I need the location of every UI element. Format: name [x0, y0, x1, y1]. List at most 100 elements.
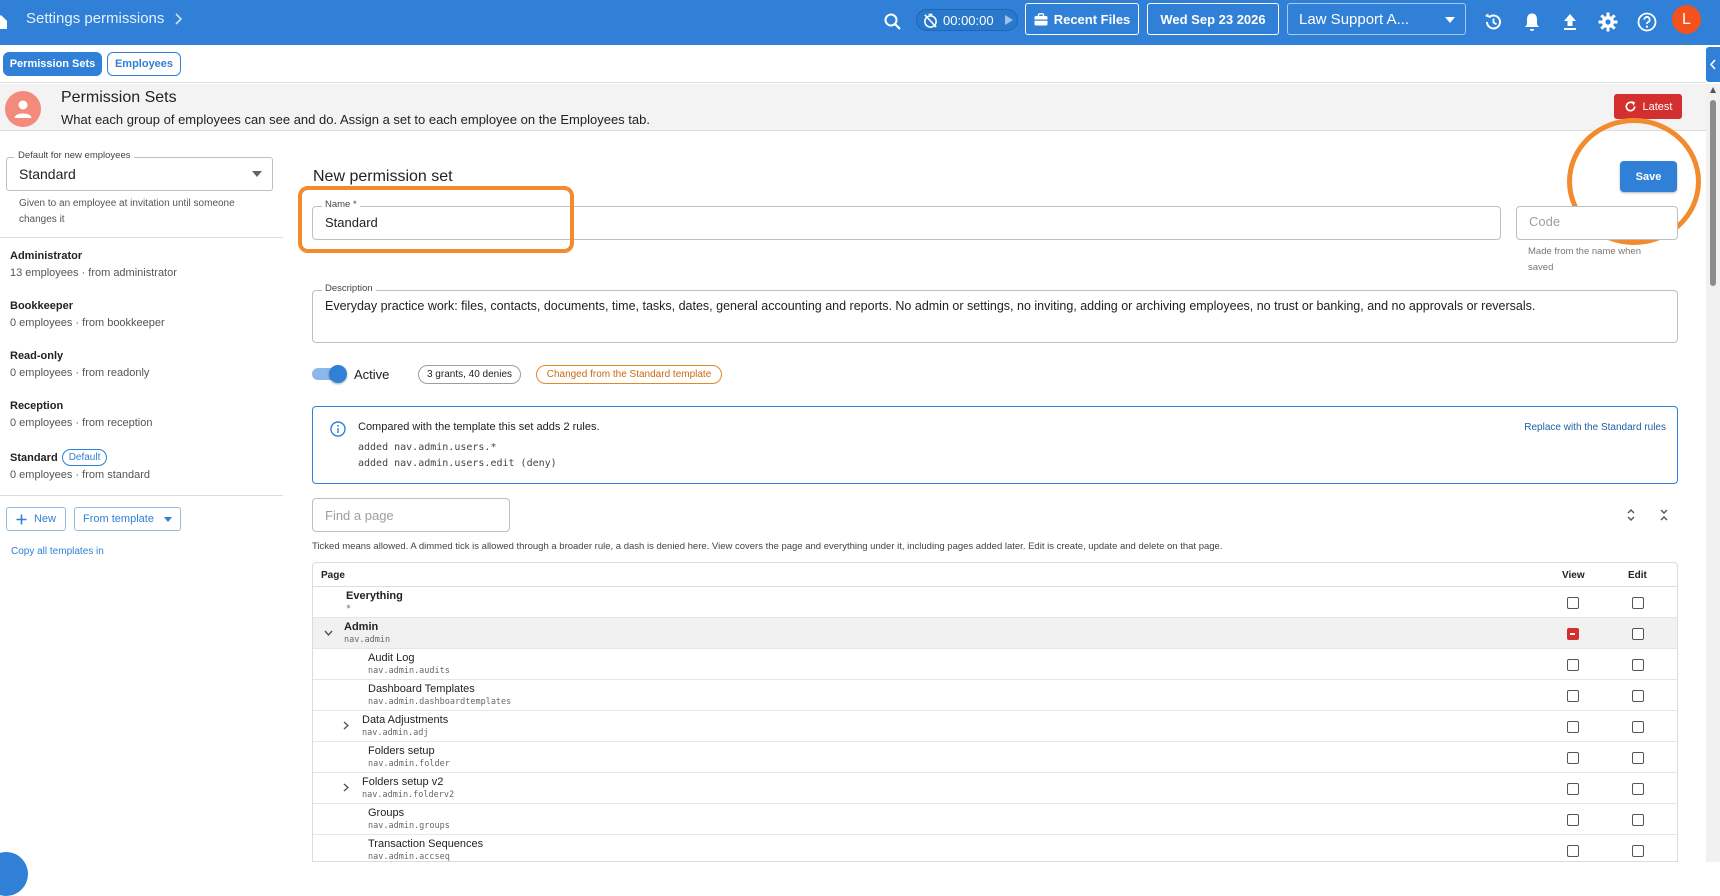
compare-rule-line: added nav.admin.users.*	[358, 442, 497, 453]
info-icon	[330, 421, 346, 437]
code-help: Made from the name when saved	[1528, 246, 1642, 273]
table-row[interactable]: Folders setup v2 nav.admin.folderv2	[313, 773, 1677, 804]
row-page-name: Folders setup v2	[362, 776, 444, 788]
person-icon	[5, 91, 41, 127]
view-checkbox[interactable]	[1567, 659, 1579, 671]
edit-checkbox[interactable]	[1632, 628, 1644, 640]
collapse-all-icon[interactable]	[1659, 507, 1669, 523]
view-checkbox[interactable]	[1567, 845, 1579, 857]
highlight-ring-name	[298, 186, 574, 253]
view-checkbox[interactable]	[1567, 721, 1579, 733]
edit-checkbox[interactable]	[1632, 752, 1644, 764]
recent-files-button[interactable]: Recent Files	[1025, 3, 1139, 35]
default-badge: Default	[61, 449, 108, 466]
active-toggle[interactable]	[312, 365, 347, 383]
organization-select[interactable]: Law Support A...	[1287, 3, 1466, 35]
upload-icon[interactable]	[1558, 10, 1582, 34]
latest-button[interactable]: Latest	[1614, 94, 1682, 119]
description-legend: Description	[322, 283, 376, 294]
compare-rule-line: added nav.admin.users.edit (deny)	[358, 458, 557, 469]
from-template-label: From template	[83, 513, 154, 525]
help-icon[interactable]	[1635, 10, 1659, 34]
caret-down-icon[interactable]	[252, 171, 262, 177]
tab-permission-sets[interactable]: Permission Sets	[3, 52, 102, 76]
history-icon[interactable]	[1481, 10, 1505, 34]
edit-checkbox[interactable]	[1632, 845, 1644, 857]
view-checkbox[interactable]	[1567, 752, 1579, 764]
permission-set-meta: 13 employees · from administrator	[10, 267, 177, 279]
divider	[0, 237, 283, 238]
edit-checkbox[interactable]	[1632, 783, 1644, 795]
row-page-name: Audit Log	[368, 652, 415, 664]
view-checkbox-denied[interactable]	[1567, 628, 1579, 640]
edit-checkbox[interactable]	[1632, 659, 1644, 671]
permission-set-reception[interactable]: Reception 0 employees · from reception	[10, 400, 152, 429]
side-panel-toggle[interactable]	[1706, 47, 1720, 82]
changed-from-template-badge: Changed from the Standard template	[536, 365, 722, 384]
permissions-hint: Ticked means allowed. A dimmed tick is a…	[312, 541, 1223, 552]
permission-set-administrator[interactable]: Administrator 13 employees · from admini…	[10, 250, 177, 279]
row-page-name: Everything	[346, 590, 403, 602]
table-row[interactable]: Folders setup nav.admin.folder	[313, 742, 1677, 773]
gear-icon[interactable]	[1596, 10, 1620, 34]
row-page-key: nav.admin	[344, 635, 391, 645]
view-checkbox[interactable]	[1567, 690, 1579, 702]
from-template-button[interactable]: From template	[74, 507, 181, 531]
home-icon[interactable]	[0, 12, 7, 32]
permission-set-standard[interactable]: Standard Default 0 employees · from stan…	[10, 449, 150, 481]
description-field[interactable]	[312, 290, 1678, 343]
play-icon[interactable]	[1004, 15, 1013, 25]
table-row[interactable]: Audit Log nav.admin.audits	[313, 649, 1677, 680]
tab-employees[interactable]: Employees	[107, 52, 181, 76]
table-row[interactable]: Everything *	[313, 587, 1677, 618]
view-checkbox[interactable]	[1567, 783, 1579, 795]
chevron-left-icon	[1709, 59, 1716, 70]
row-page-key: nav.admin.adj	[362, 728, 429, 738]
edit-checkbox[interactable]	[1632, 721, 1644, 733]
expand-all-icon[interactable]	[1626, 507, 1636, 523]
user-avatar[interactable]: L	[1672, 5, 1701, 34]
default-select-legend: Default for new employees	[14, 150, 135, 161]
permission-set-meta: 0 employees · from bookkeeper	[10, 317, 165, 329]
permission-set-meta: 0 employees · from readonly	[10, 367, 150, 379]
top-app-bar: Settings permissions 00:00:00 Recent Fil…	[0, 0, 1720, 45]
timer-off-icon	[924, 13, 937, 28]
edit-checkbox[interactable]	[1632, 690, 1644, 702]
permission-set-bookkeeper[interactable]: Bookkeeper 0 employees · from bookkeeper	[10, 300, 165, 329]
chevron-right-icon[interactable]	[343, 721, 349, 730]
chevron-right-icon[interactable]	[343, 783, 349, 792]
bell-icon[interactable]	[1520, 10, 1544, 34]
floating-action-button[interactable]	[0, 852, 28, 896]
page-header: Permission Sets What each group of emplo…	[0, 84, 1706, 131]
permission-set-meta: 0 employees · from reception	[10, 417, 153, 429]
time-tracker[interactable]: 00:00:00	[916, 9, 1018, 31]
new-permission-set-button[interactable]: New	[6, 507, 66, 531]
permission-set-name: Reception	[10, 400, 64, 412]
edit-checkbox[interactable]	[1632, 597, 1644, 609]
table-row[interactable]: Groups nav.admin.groups	[313, 804, 1677, 835]
view-checkbox[interactable]	[1567, 597, 1579, 609]
date-button[interactable]: Wed Sep 23 2026	[1147, 3, 1279, 35]
column-header-edit: Edit	[1628, 570, 1647, 581]
row-page-name: Data Adjustments	[362, 714, 449, 726]
table-row[interactable]: Admin nav.admin	[313, 618, 1677, 649]
search-icon[interactable]	[881, 10, 905, 34]
breadcrumb-settings-permissions[interactable]: Settings permissions	[26, 10, 164, 27]
page-scrollbar[interactable]	[1706, 84, 1720, 862]
chevron-down-icon[interactable]	[324, 630, 333, 636]
view-checkbox[interactable]	[1567, 814, 1579, 826]
table-row[interactable]: Dashboard Templates nav.admin.dashboardt…	[313, 680, 1677, 711]
scrollbar-thumb[interactable]	[1710, 100, 1716, 286]
breadcrumb[interactable]: Settings permissions	[26, 10, 183, 27]
row-page-name: Transaction Sequences	[368, 838, 484, 850]
table-row[interactable]: Data Adjustments nav.admin.adj	[313, 711, 1677, 742]
column-header-view: View	[1562, 570, 1585, 581]
row-page-key: nav.admin.audits	[368, 666, 450, 676]
edit-checkbox[interactable]	[1632, 814, 1644, 826]
scroll-up-arrow-icon[interactable]	[1710, 87, 1716, 93]
permission-set-read-only[interactable]: Read-only 0 employees · from readonly	[10, 350, 149, 379]
replace-with-template-link[interactable]: Replace with the Standard rules	[1524, 422, 1666, 433]
row-page-key: nav.admin.folder	[368, 759, 450, 769]
copy-templates-link[interactable]: Copy all templates in	[11, 546, 104, 557]
table-row[interactable]: Transaction Sequences nav.admin.accseq	[313, 835, 1677, 861]
